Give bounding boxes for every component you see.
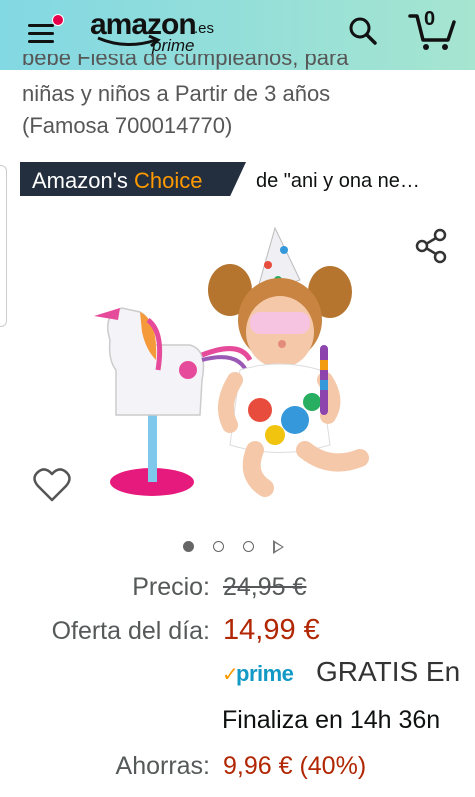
cart-count: 0	[424, 8, 436, 30]
savings-label: Ahorras:	[115, 752, 210, 780]
badge-choice: Choice	[134, 168, 203, 193]
savings-value: 9,96 € (40%)	[223, 752, 367, 780]
product-title: bebé Fiesta de cumpleaños, para niñas y …	[22, 54, 462, 142]
menu-button[interactable]	[22, 14, 64, 48]
prime-badge: ✓ prime	[222, 660, 302, 688]
search-icon	[349, 17, 377, 45]
product-image[interactable]	[80, 220, 380, 520]
carousel-dot-active[interactable]	[183, 541, 194, 552]
title-line-1: bebé Fiesta de cumpleaños, para	[22, 54, 349, 70]
doll-unicorn-illustration	[94, 226, 369, 497]
carousel-dot[interactable]	[213, 541, 224, 552]
amazons-choice-row[interactable]: Amazon's Choice de "ani y ona ne…	[20, 162, 460, 196]
notification-dot-icon	[52, 14, 64, 26]
title-line-3: (Famosa 700014770)	[22, 113, 233, 138]
prime-word: prime	[236, 661, 294, 686]
amazon-prime-logo[interactable]: amazon .es prime	[90, 8, 230, 58]
share-icon	[415, 228, 447, 264]
deal-price: 14,99 €	[223, 614, 320, 646]
logo-tld: .es	[194, 20, 215, 37]
deal-price-label: Oferta del día:	[51, 617, 210, 645]
deal-countdown: Finaliza en 14h 36n	[222, 706, 441, 734]
free-shipping-text: GRATIS En	[316, 656, 461, 687]
choice-category-link[interactable]: de "ani y ona ne…	[256, 170, 420, 193]
hamburger-icon-bar	[28, 24, 54, 27]
wishlist-button[interactable]	[32, 466, 72, 504]
search-button[interactable]	[346, 14, 380, 48]
hamburger-icon-bar	[28, 32, 54, 35]
list-price: 24,95 €	[223, 573, 307, 601]
badge-label: Amazon's Choice	[32, 168, 203, 194]
carousel-dot[interactable]	[243, 541, 254, 552]
title-line-2: niñas y niños a Partir de 3 años	[22, 81, 331, 106]
amazons-choice-badge: Amazon's Choice	[20, 162, 246, 196]
list-price-label: Precio:	[132, 573, 210, 601]
heart-icon	[33, 468, 71, 502]
share-button[interactable]	[414, 228, 450, 264]
video-play-icon[interactable]	[273, 540, 284, 554]
logo-prime: prime	[152, 36, 195, 55]
cart-button[interactable]: 0	[408, 8, 458, 52]
hamburger-icon-bar	[28, 40, 54, 43]
title-clipped-line: bebé Fiesta de cumpleaños, para	[22, 54, 462, 78]
previous-panel-edge	[0, 165, 7, 327]
badge-amazons: Amazon's	[32, 168, 128, 193]
image-carousel-indicator	[180, 538, 300, 558]
